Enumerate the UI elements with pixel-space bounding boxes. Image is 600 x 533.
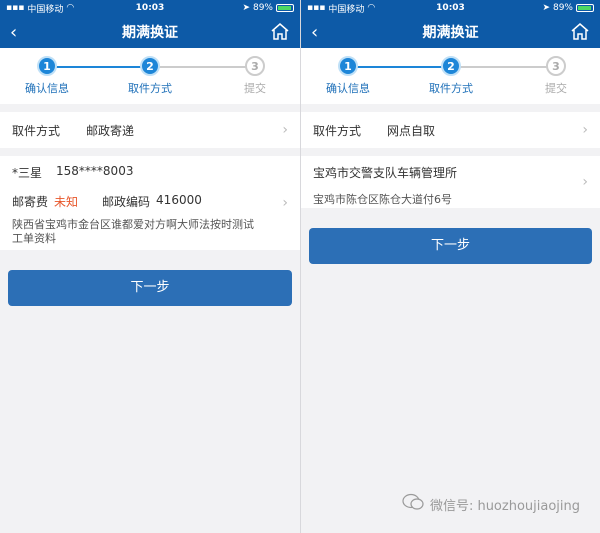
- pickup-office-card[interactable]: 宝鸡市交警支队车辆管理所 宝鸡市陈仓区陈仓大道付6号 ›: [301, 156, 600, 208]
- carrier-name: 中国移动: [27, 4, 64, 15]
- signal-icon: ▪▪▪: [307, 3, 326, 13]
- wechat-watermark: 微信号: huozhoujiaojing: [402, 493, 580, 515]
- status-bar: ▪▪▪ 中国移动 ◠ 10:03 ➤ 89%: [301, 0, 600, 16]
- chevron-right-icon: ›: [582, 122, 588, 138]
- recipient-line: *三星 158****8003: [12, 164, 288, 181]
- chevron-right-icon: ›: [582, 174, 588, 190]
- chevron-right-icon: ›: [282, 195, 288, 211]
- signal-icon: ▪▪▪: [6, 3, 25, 13]
- battery-percent: 89%: [252, 3, 273, 13]
- location-icon: ➤: [542, 3, 550, 13]
- chevron-right-icon: ›: [282, 122, 288, 138]
- next-step-button[interactable]: 下一步: [309, 228, 592, 264]
- postcode-value: 416000: [156, 193, 202, 207]
- home-icon[interactable]: [570, 22, 590, 44]
- recipient-name: *三星: [12, 166, 43, 180]
- status-bar: ▪▪▪ 中国移动 ◠ 10:03 ➤ 89%: [0, 0, 300, 16]
- postage-label: 邮寄费: [12, 195, 49, 209]
- pickup-method-value: 网点自取: [387, 123, 436, 138]
- step-confirm-info: 1 确认信息: [12, 56, 82, 96]
- wifi-icon: ◠: [66, 3, 75, 13]
- back-icon[interactable]: ‹: [311, 22, 318, 43]
- location-icon: ➤: [242, 3, 250, 13]
- nav-bar: ‹ 期满换证: [301, 16, 600, 48]
- postage-line: 邮寄费 未知 邮政编码 416000: [12, 193, 288, 210]
- carrier-name: 中国移动: [328, 4, 365, 15]
- left-screen: ▪▪▪ 中国移动 ◠ 10:03 ➤ 89% ‹ 期满换证 1 确认信息 2 取…: [0, 0, 300, 533]
- step-pickup-method: 2 取件方式: [416, 56, 486, 96]
- right-screen: ▪▪▪ 中国移动 ◠ 10:03 ➤ 89% ‹ 期满换证 1 确认信息 2 取…: [300, 0, 600, 533]
- step-confirm-info: 1 确认信息: [313, 56, 383, 96]
- battery-icon: [576, 4, 594, 12]
- watermark-text: 微信号: huozhoujiaojing: [429, 498, 580, 514]
- pickup-method-value: 邮政寄递: [86, 123, 135, 138]
- step-submit: 3 提交: [521, 56, 591, 96]
- back-icon[interactable]: ‹: [10, 22, 17, 43]
- pickup-method-label: 取件方式: [12, 123, 61, 138]
- pickup-method-label: 取件方式: [313, 123, 362, 138]
- home-icon[interactable]: [270, 22, 290, 44]
- postage-value: 未知: [54, 195, 79, 209]
- next-step-button[interactable]: 下一步: [8, 270, 292, 306]
- recipient-phone: 158****8003: [56, 164, 134, 178]
- battery-icon: [276, 4, 294, 12]
- progress-steps: 1 确认信息 2 取件方式 3 提交: [301, 48, 600, 104]
- pickup-method-row[interactable]: 取件方式 邮政寄递 ›: [0, 112, 300, 148]
- progress-steps: 1 确认信息 2 取件方式 3 提交: [0, 48, 300, 104]
- page-title: 期满换证: [422, 25, 479, 41]
- carrier-info: ▪▪▪ 中国移动 ◠: [6, 2, 74, 15]
- address-card[interactable]: *三星 158****8003 邮寄费 未知 邮政编码 416000 陕西省宝鸡…: [0, 156, 300, 250]
- office-name: 宝鸡市交警支队车辆管理所: [313, 166, 458, 180]
- delivery-address: 陕西省宝鸡市金台区谁都爱对方啊大师法按时测试工单资料: [12, 218, 254, 245]
- postcode-label: 邮政编码: [102, 195, 151, 209]
- wifi-icon: ◠: [367, 3, 376, 13]
- step-pickup-method: 2 取件方式: [115, 56, 185, 96]
- office-address: 宝鸡市陈仓区陈仓大道付6号: [313, 193, 452, 206]
- page-title: 期满换证: [122, 25, 178, 41]
- step-submit: 3 提交: [220, 56, 290, 96]
- nav-bar: ‹ 期满换证: [0, 16, 300, 48]
- carrier-info: ▪▪▪ 中国移动 ◠: [307, 2, 375, 15]
- battery-percent: 89%: [552, 3, 573, 13]
- wechat-icon: [402, 493, 424, 515]
- pickup-method-row[interactable]: 取件方式 网点自取 ›: [301, 112, 600, 148]
